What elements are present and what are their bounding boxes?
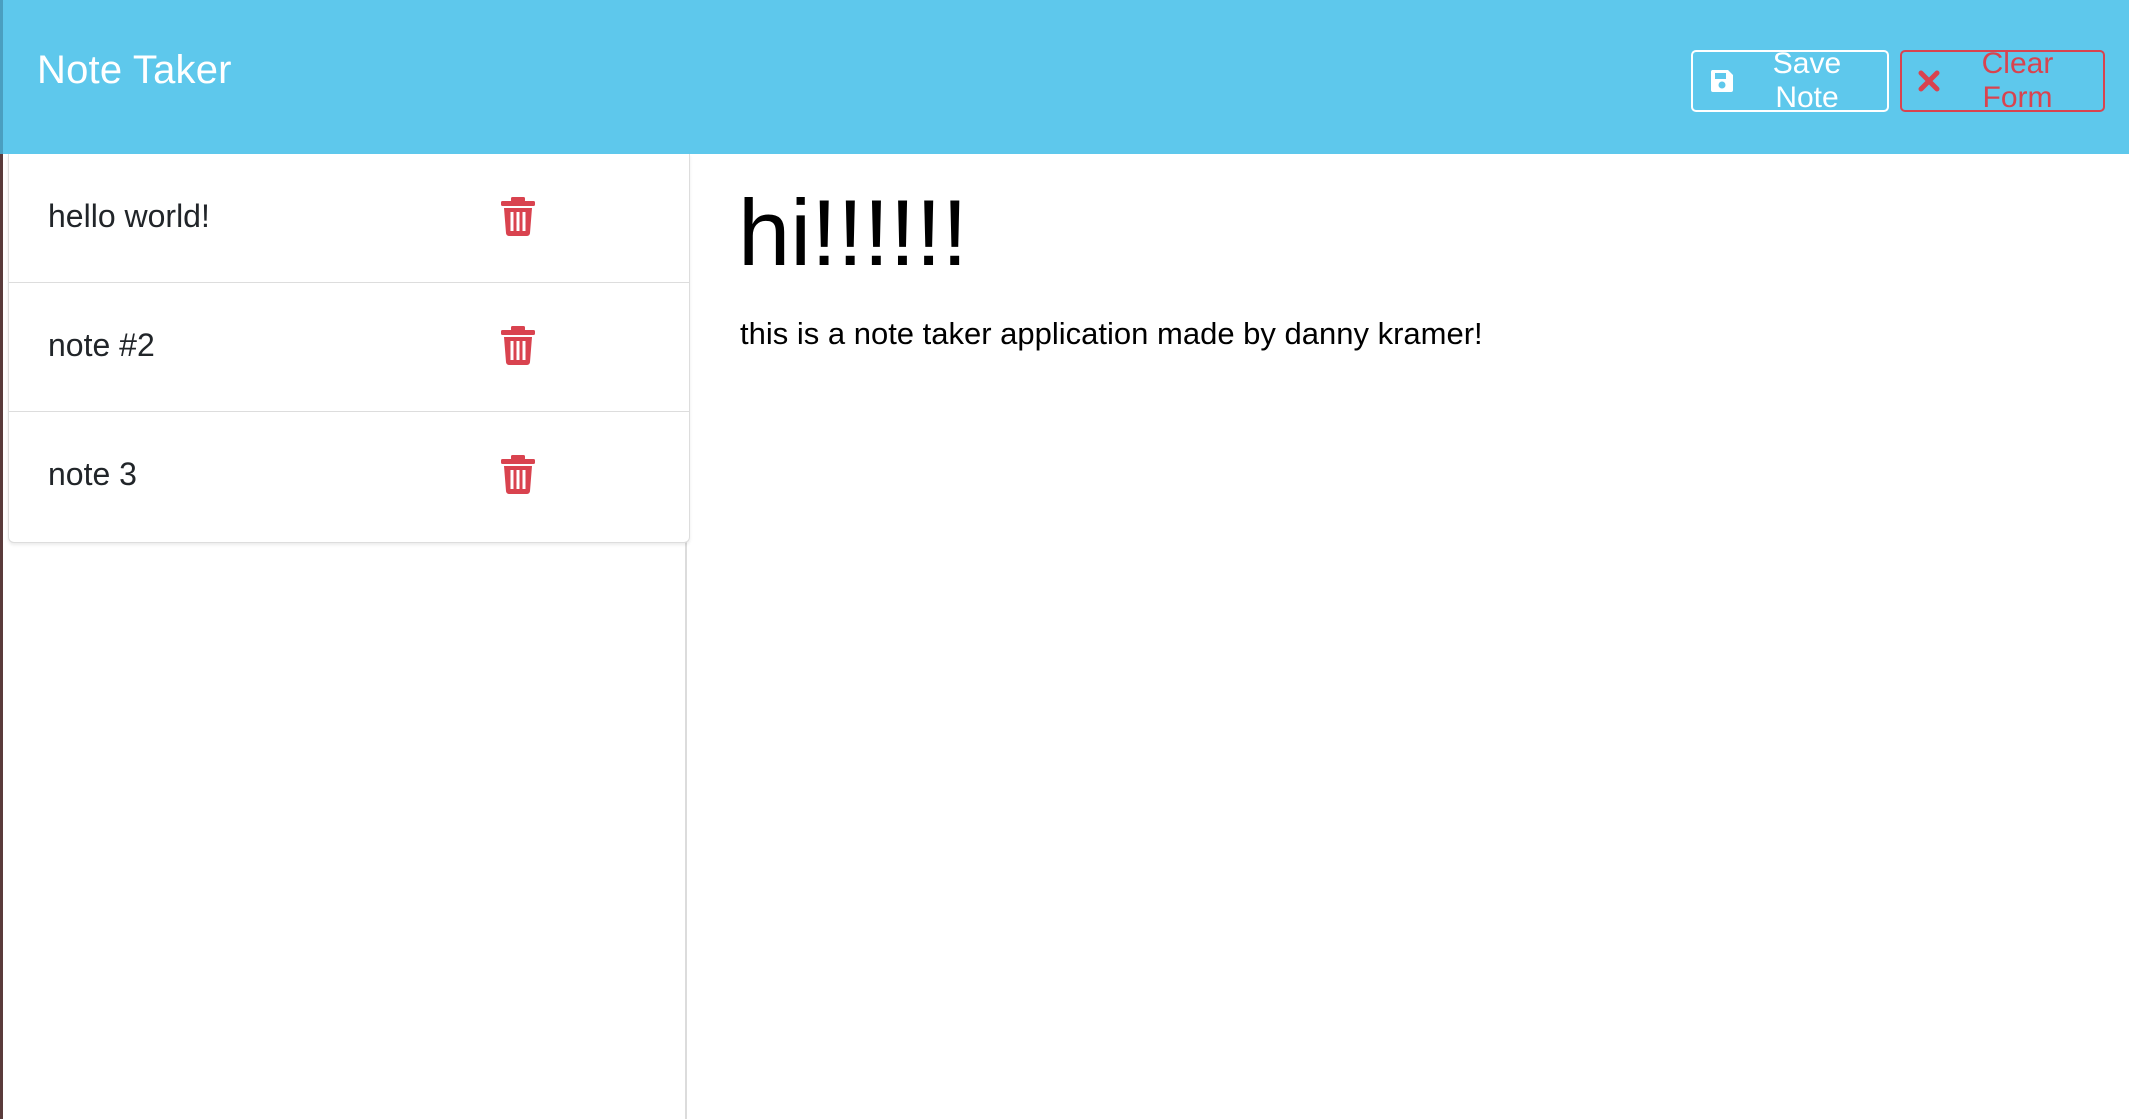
note-title[interactable]: note #2 [48, 327, 155, 364]
list-item[interactable]: hello world! [9, 154, 689, 283]
note-list: hello world! note #2 note 3 [8, 154, 690, 543]
trash-icon[interactable] [500, 325, 536, 365]
note-title[interactable]: note 3 [48, 456, 137, 493]
list-item[interactable]: note #2 [9, 283, 689, 412]
navbar: Note Taker Save Note Clear Form [0, 0, 2129, 154]
notes-sidebar: hello world! note #2 note 3 [0, 154, 690, 1119]
note-title-input[interactable]: hi!!!!!! [738, 186, 968, 280]
floppy-disk-icon [1709, 68, 1735, 94]
times-icon [1918, 70, 1940, 92]
save-note-button[interactable]: Save Note [1691, 47, 1889, 114]
brand-title[interactable]: Note Taker [37, 48, 232, 93]
note-text-area[interactable]: this is a note taker application made by… [740, 316, 1483, 352]
clear-form-label: Clear Form [1981, 47, 2054, 114]
list-item[interactable]: note 3 [9, 412, 689, 542]
trash-icon[interactable] [500, 454, 536, 494]
note-editor: hi!!!!!! this is a note taker applicatio… [689, 154, 2129, 1119]
trash-icon[interactable] [500, 196, 536, 236]
save-note-label: Save Note [1772, 47, 1842, 114]
clear-form-button[interactable]: Clear Form [1900, 47, 2105, 114]
note-title[interactable]: hello world! [48, 198, 210, 235]
